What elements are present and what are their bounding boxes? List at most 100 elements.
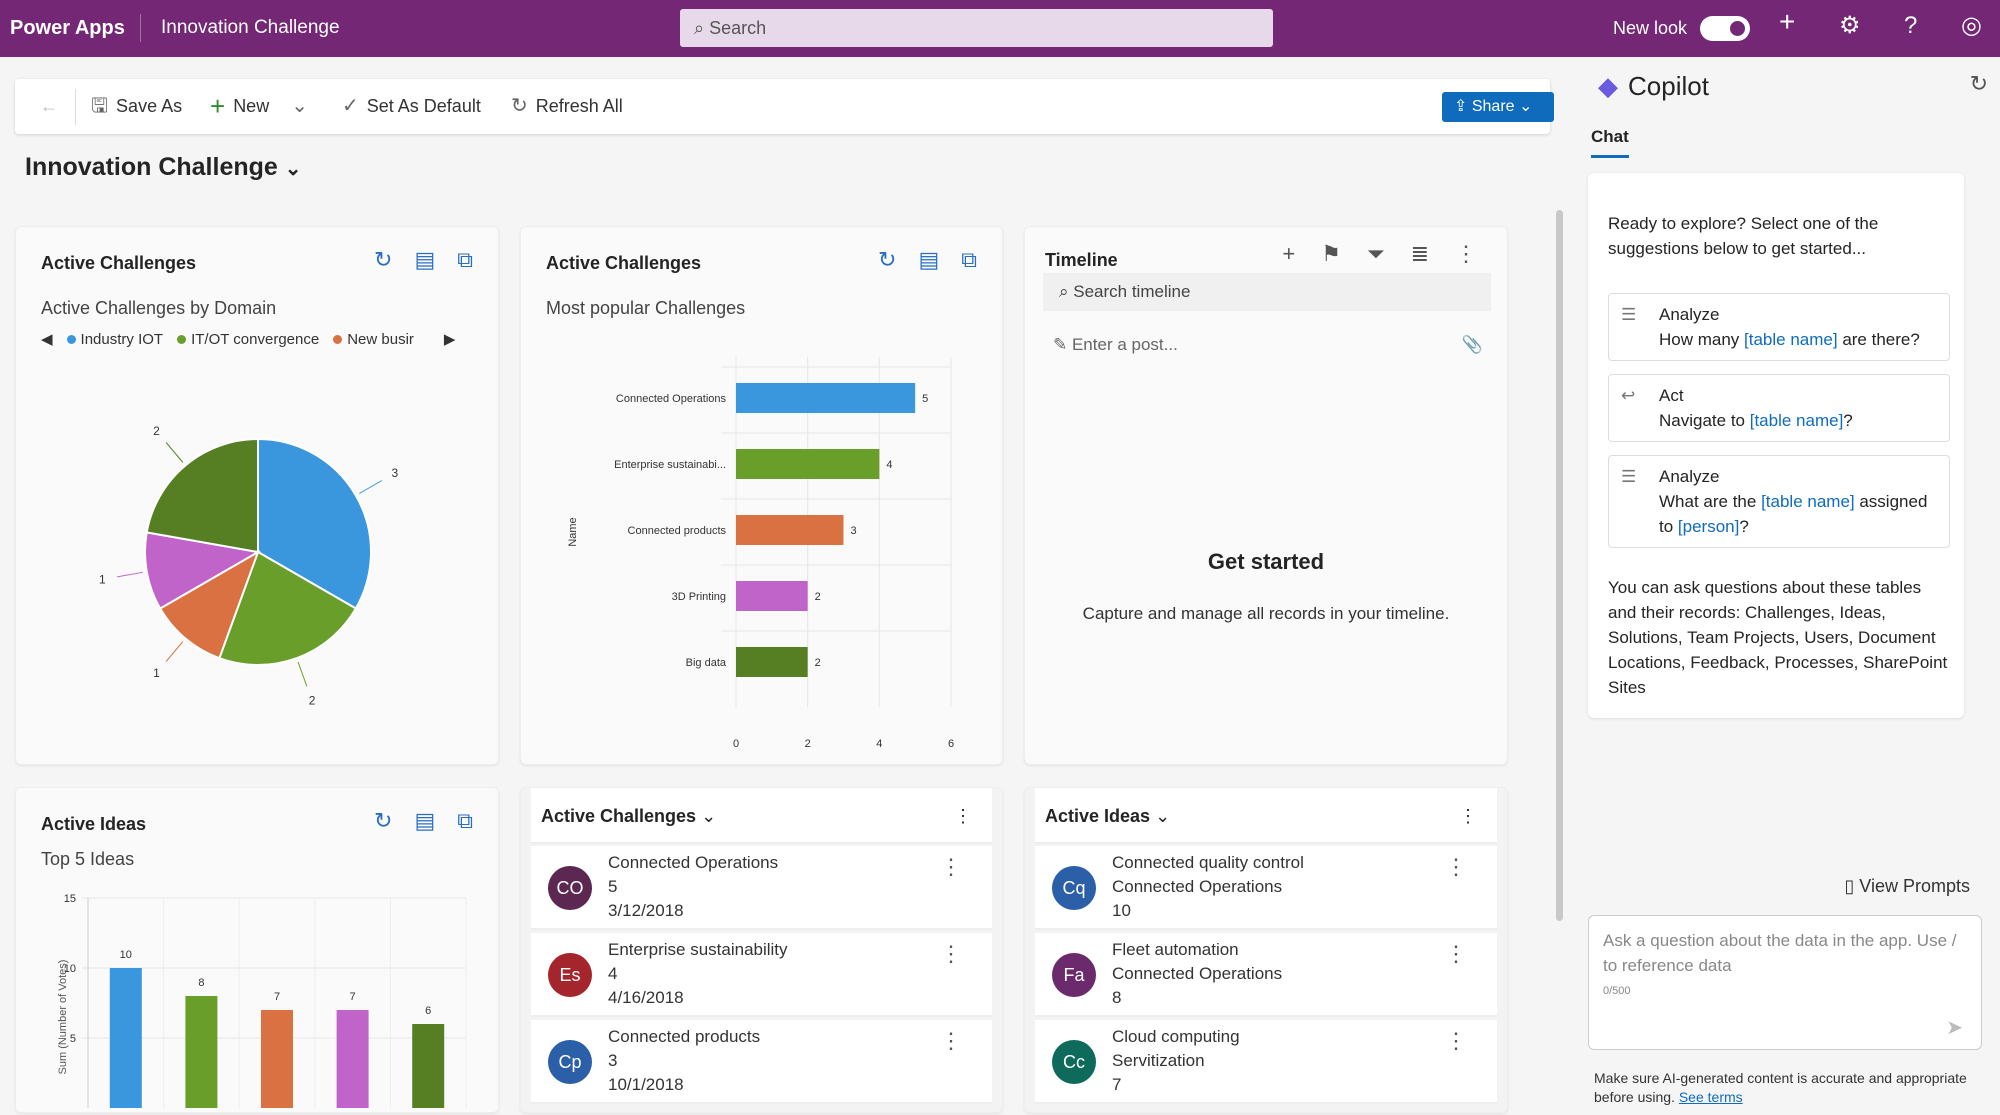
records-icon[interactable]: ▤ xyxy=(918,247,939,273)
item-votes: 10 xyxy=(1112,901,1131,920)
plus-icon[interactable]: + xyxy=(1779,8,1795,36)
y-axis-label: Sum (Number of Votes) xyxy=(57,960,69,1075)
save-as-button[interactable]: 🖫 Save As xyxy=(91,95,182,117)
pie-slice xyxy=(145,437,259,554)
chat-card: Ready to explore? Select one of the sugg… xyxy=(1588,173,1964,718)
save-icon: 🖫 xyxy=(91,95,109,117)
more-icon[interactable]: ⋮ xyxy=(1445,854,1467,880)
list-item[interactable]: Cq Connected quality control Connected Op… xyxy=(1035,846,1497,930)
chart-subtitle: Most popular Challenges xyxy=(546,298,746,318)
empty-text: Capture and manage all records in your t… xyxy=(1082,604,1450,623)
plus-icon[interactable]: + xyxy=(1282,241,1295,267)
list-header[interactable]: Active Ideas ⌄ ⋮ xyxy=(1035,788,1497,844)
filter-icon[interactable]: ⏷ xyxy=(1367,241,1385,267)
scrollbar[interactable] xyxy=(1556,210,1563,921)
refresh-icon[interactable]: ↻ xyxy=(1970,71,1988,97)
more-icon[interactable]: ⋮ xyxy=(1459,805,1477,827)
data-label: 3 xyxy=(851,525,857,537)
records-icon[interactable]: ▤ xyxy=(414,247,435,273)
item-text: Fleet automation Connected Operations 8 xyxy=(1112,938,1282,1010)
bookmark-icon[interactable]: ⚑ xyxy=(1321,241,1341,267)
more-icon[interactable]: ⋮ xyxy=(1445,1028,1467,1054)
expand-icon[interactable]: ⧉ xyxy=(961,247,977,273)
more-icon[interactable]: ⋮ xyxy=(1445,941,1467,967)
bar xyxy=(736,515,844,545)
refresh-all-button[interactable]: ↻ Refresh All xyxy=(511,95,623,117)
chevron-down-icon[interactable]: ⌄ xyxy=(291,95,308,117)
copilot-icon[interactable]: ◎ xyxy=(1961,12,1982,40)
bar xyxy=(412,1024,445,1108)
view-prompts-button[interactable]: ▯ View Prompts xyxy=(1844,875,1970,897)
app-name[interactable]: Power Apps xyxy=(10,17,125,39)
list-icon[interactable]: ≣ xyxy=(1411,241,1429,267)
refresh-icon[interactable]: ↻ xyxy=(878,247,896,273)
copilot-input[interactable]: Ask a question about the data in the app… xyxy=(1588,915,1982,1050)
list-item[interactable]: CO Connected Operations 5 3/12/2018 ⋮ xyxy=(531,846,992,930)
reply-icon: ↩ xyxy=(1621,386,1636,405)
refresh-icon[interactable]: ↻ xyxy=(374,247,392,273)
refresh-icon[interactable]: ↻ xyxy=(374,808,392,834)
legend-prev-icon[interactable]: ◀ xyxy=(41,331,53,349)
item-count: 5 xyxy=(608,877,618,896)
legend-item[interactable]: IT/OT convergence xyxy=(177,331,319,349)
list-header[interactable]: Active Challenges ⌄ ⋮ xyxy=(531,788,992,844)
copilot-title: Copilot xyxy=(1628,71,1709,101)
item-name: Connected quality control xyxy=(1112,853,1304,872)
chart-subtitle: Top 5 Ideas xyxy=(41,849,135,869)
list-item[interactable]: Fa Fleet automation Connected Operations 8… xyxy=(1035,933,1497,1017)
legend-item[interactable]: Industry IOT xyxy=(66,331,163,349)
environment-name[interactable]: Innovation Challenge xyxy=(161,17,340,39)
legend-next-icon[interactable]: ▶ xyxy=(444,331,456,349)
data-label: 7 xyxy=(274,991,280,1003)
suggestion-card[interactable]: ☰ Analyze What are the [table name] assign… xyxy=(1608,455,1950,548)
timeline-actions: + ⚑ ⏷ ≣ ⋮ xyxy=(1282,241,1477,267)
horizontal-bar-chart: 0 2 4 6 Connected Operations 5 Enterprise sust… xyxy=(567,357,954,750)
bar xyxy=(261,1010,293,1108)
help-icon[interactable]: ? xyxy=(1904,12,1917,40)
timeline-title: Timeline xyxy=(1045,250,1118,270)
suggestion-card[interactable]: ☰ Analyze How many [table name] are there? xyxy=(1608,293,1950,361)
page-title[interactable]: Innovation Challenge ⌄ xyxy=(25,152,302,184)
list-item[interactable]: Cc Cloud computing Servitization 7 ⋮ xyxy=(1035,1020,1497,1104)
card-actions: ↻ ▤ ⧉ xyxy=(374,247,473,273)
attachment-icon[interactable]: 📎 xyxy=(1462,335,1483,355)
item-challenge: Connected Operations xyxy=(1112,877,1283,896)
item-name: Connected products xyxy=(608,1027,761,1046)
search-placeholder: Search xyxy=(709,18,767,38)
share-button[interactable]: ⇪ Share ⌄ xyxy=(1442,92,1554,122)
challenges-list-card: Active Challenges ⌄ ⋮ CO Connected Operat… xyxy=(520,787,1003,1113)
post-input[interactable]: ✎ Enter a post... 📎 xyxy=(1053,335,1483,355)
set-as-default-button[interactable]: ✓ Set As Default xyxy=(342,95,481,117)
card-actions: ↻ ▤ ⧉ xyxy=(878,247,977,273)
more-icon[interactable]: ⋮ xyxy=(940,854,962,880)
records-icon[interactable]: ▤ xyxy=(414,808,435,834)
expand-icon[interactable]: ⧉ xyxy=(457,808,473,834)
data-label: 6 xyxy=(425,1005,431,1017)
search-input[interactable]: ⌕ Search xyxy=(680,9,1273,47)
avatar: Es xyxy=(548,953,592,997)
copilot-header: ◆ Copilot xyxy=(1598,71,1709,101)
more-icon[interactable]: ⋮ xyxy=(940,941,962,967)
bar xyxy=(336,1010,369,1108)
new-button[interactable]: + New ⌄ xyxy=(210,93,308,119)
new-look-toggle[interactable] xyxy=(1700,16,1750,41)
see-terms-link[interactable]: See terms xyxy=(1679,1089,1743,1105)
tab-chat[interactable]: Chat xyxy=(1591,127,1629,158)
expand-icon[interactable]: ⧉ xyxy=(457,247,473,273)
send-icon[interactable]: ➤ xyxy=(1946,1017,1963,1039)
legend-item[interactable]: New busir xyxy=(333,331,414,349)
gear-icon[interactable]: ⚙ xyxy=(1839,12,1861,40)
leader-line xyxy=(117,571,143,578)
more-icon[interactable]: ⋮ xyxy=(940,1028,962,1054)
ideas-chart-card: Active Ideas ↻ ▤ ⧉ Top 5 Ideas 5 10 15 10 8 7 7 6… xyxy=(15,787,499,1113)
timeline-search-input[interactable]: ⌕ Search timeline xyxy=(1043,273,1491,311)
list-title: Active Ideas xyxy=(1045,806,1151,826)
back-button[interactable]: ← xyxy=(40,95,58,117)
more-icon[interactable]: ⋮ xyxy=(954,805,972,827)
chart-subtitle: Active Challenges by Domain xyxy=(41,298,277,318)
list-item[interactable]: Cp Connected products 3 10/1/2018 ⋮ xyxy=(531,1020,992,1104)
list-item[interactable]: Es Enterprise sustainability 4 4/16/2018 ⋮ xyxy=(531,933,992,1017)
suggestion-card[interactable]: ↩ Act Navigate to [table name]? xyxy=(1608,374,1950,442)
bar xyxy=(736,581,808,611)
more-icon[interactable]: ⋮ xyxy=(1455,241,1477,267)
